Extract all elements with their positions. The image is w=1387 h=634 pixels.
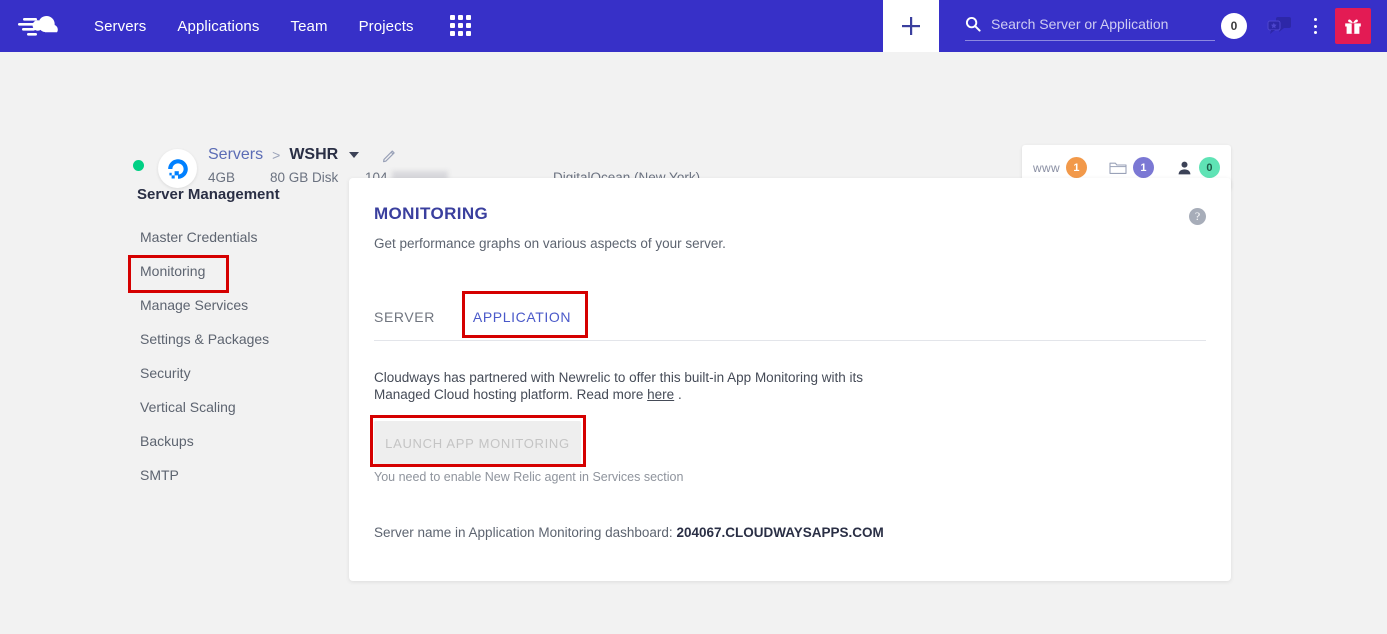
- search-count-badge[interactable]: 0: [1221, 13, 1247, 39]
- digitalocean-logo-icon: [167, 158, 188, 179]
- tab-application[interactable]: APPLICATION: [454, 293, 590, 340]
- sidebar-item-settings-packages[interactable]: Settings & Packages: [128, 322, 328, 356]
- read-more-link[interactable]: here: [647, 387, 674, 402]
- pencil-edit-icon[interactable]: [382, 148, 397, 163]
- server-ram: 4GB: [208, 170, 236, 185]
- chat-support-icon[interactable]: [1265, 14, 1293, 38]
- main-nav-links: Servers Applications Team Projects: [94, 18, 414, 35]
- monitoring-server-name-label: Server name in Application Monitoring da…: [374, 525, 677, 540]
- sidebar-item-security[interactable]: Security: [128, 356, 328, 390]
- server-management-sidebar: Server Management Master Credentials Mon…: [128, 186, 328, 492]
- add-new-button[interactable]: [883, 0, 939, 52]
- help-question-icon[interactable]: ?: [1189, 208, 1206, 225]
- plus-icon: [902, 17, 920, 35]
- server-info-bar: Servers > WSHR 4GB 80 GB Disk 104. Digit…: [0, 52, 1387, 190]
- sidebar-item-backups[interactable]: Backups: [128, 424, 328, 458]
- page-title: MONITORING: [374, 204, 489, 223]
- server-status-dot: [133, 160, 144, 171]
- breadcrumb: Servers > WSHR: [208, 146, 397, 164]
- monitoring-tabs: SERVER APPLICATION: [374, 293, 1206, 341]
- user-icon: [1178, 161, 1191, 174]
- sidebar-item-manage-services[interactable]: Manage Services: [128, 288, 328, 322]
- tab-server[interactable]: SERVER: [374, 293, 454, 340]
- folder-icon: [1109, 162, 1127, 174]
- stat-websites-count: 1: [1065, 157, 1087, 178]
- launch-app-monitoring-button[interactable]: LAUNCH APP MONITORING: [374, 421, 581, 465]
- stat-websites[interactable]: www 1: [1033, 157, 1087, 178]
- search-input[interactable]: Search Server or Application: [965, 11, 1215, 41]
- stat-projects[interactable]: 1: [1109, 157, 1154, 178]
- apps-grid-icon[interactable]: [449, 15, 472, 37]
- nav-link-applications[interactable]: Applications: [177, 18, 259, 35]
- gift-box-icon: [1345, 19, 1361, 34]
- new-relic-hint-text: You need to enable New Relic agent in Se…: [374, 470, 684, 484]
- kebab-menu-icon[interactable]: [1307, 16, 1323, 36]
- gift-icon[interactable]: [1335, 8, 1371, 44]
- description-text-after: .: [674, 387, 682, 403]
- cloudways-logo-icon: [18, 16, 58, 36]
- stat-team-count: 0: [1198, 157, 1220, 178]
- breadcrumb-current-server: WSHR: [289, 146, 339, 163]
- top-navigation-bar: Servers Applications Team Projects Searc…: [0, 0, 1387, 52]
- nav-link-team[interactable]: Team: [290, 18, 327, 35]
- digitalocean-logo: [158, 149, 197, 188]
- search-placeholder: Search Server or Application: [991, 15, 1169, 32]
- stat-team-members[interactable]: 0: [1176, 157, 1220, 178]
- monitoring-server-name-value: 204067.CLOUDWAYSAPPS.COM: [676, 525, 884, 540]
- sidebar-item-vertical-scaling[interactable]: Vertical Scaling: [128, 390, 328, 424]
- nav-link-servers[interactable]: Servers: [94, 18, 146, 35]
- app-monitoring-description: Cloudways has partnered with Newrelic to…: [374, 369, 904, 403]
- sidebar-title: Server Management: [137, 186, 280, 203]
- search-icon: [965, 16, 981, 32]
- sidebar-item-monitoring[interactable]: Monitoring: [128, 254, 328, 288]
- nav-link-projects[interactable]: Projects: [359, 18, 414, 35]
- chevron-down-icon[interactable]: [349, 152, 360, 158]
- www-label: www: [1033, 160, 1060, 175]
- description-text-before: Cloudways has partnered with Newrelic to…: [374, 370, 863, 403]
- breadcrumb-servers[interactable]: Servers: [208, 146, 263, 164]
- sidebar-item-smtp[interactable]: SMTP: [128, 458, 328, 492]
- breadcrumb-separator: >: [272, 147, 281, 163]
- sidebar-item-master-credentials[interactable]: Master Credentials: [128, 220, 328, 254]
- page-subtitle: Get performance graphs on various aspect…: [374, 236, 726, 251]
- stat-projects-count: 1: [1132, 157, 1154, 178]
- cloudways-logo[interactable]: [0, 0, 92, 52]
- monitoring-server-name: Server name in Application Monitoring da…: [374, 525, 884, 540]
- monitoring-card: MONITORING Get performance graphs on var…: [349, 178, 1231, 581]
